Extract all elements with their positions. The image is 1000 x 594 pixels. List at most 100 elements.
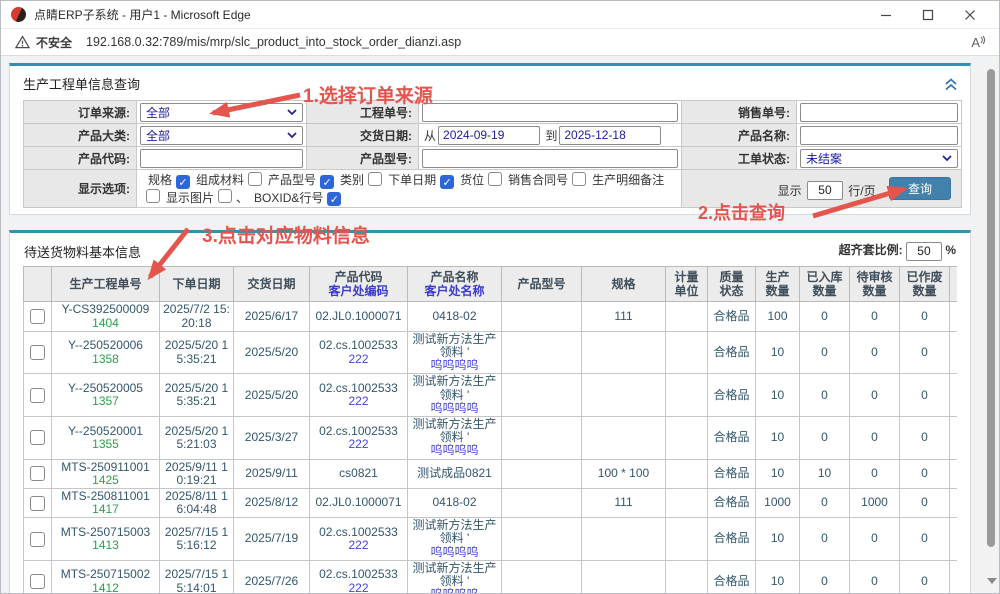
close-icon xyxy=(964,9,976,21)
cell-link[interactable]: 222 xyxy=(311,353,406,366)
table-cell: 100 * 100 xyxy=(582,459,666,488)
delivery-date-to-input[interactable] xyxy=(559,126,661,145)
display-option-checkbox[interactable] xyxy=(176,175,190,189)
order-status-select[interactable]: 未结案 xyxy=(800,149,958,168)
delivery-date-to-prefix: 到 xyxy=(545,129,557,143)
table-cell: 2025/5/20 15:35:21 xyxy=(160,374,234,417)
cell-text: 0 xyxy=(901,496,948,509)
page-size-input[interactable] xyxy=(807,181,843,200)
table-cell: Y--2505200051357 xyxy=(52,374,160,417)
cell-text: 0 xyxy=(801,431,848,444)
cell-link[interactable]: 222 xyxy=(311,582,406,594)
row-checkbox[interactable] xyxy=(30,466,45,481)
table-cell: 02.cs.1002533222 xyxy=(310,331,408,374)
cell-text: 0 xyxy=(851,346,898,359)
display-option-label: BOXID&行号 xyxy=(254,191,323,205)
row-checkbox[interactable] xyxy=(30,574,45,589)
display-option-checkbox[interactable] xyxy=(368,172,382,186)
cell-link[interactable]: 呜呜呜呜 xyxy=(409,546,500,559)
table-row[interactable]: MTS-25071500314132025/7/15 15:16:122025/… xyxy=(24,518,958,561)
search-button[interactable]: 查询 xyxy=(889,177,951,200)
display-option-checkbox[interactable] xyxy=(440,175,454,189)
cell-text: 10 xyxy=(757,431,798,444)
row-checkbox[interactable] xyxy=(30,430,45,445)
cell-link[interactable]: 呜呜呜呜 xyxy=(409,402,500,415)
query-form: 订单来源: 全部 工程单号: 销售单号: 产品大类: xyxy=(23,100,962,208)
row-checkbox[interactable] xyxy=(30,309,45,324)
cell-link[interactable]: 222 xyxy=(311,438,406,451)
table-cell: 2025/5/20 xyxy=(234,331,310,374)
row-checkbox[interactable] xyxy=(30,496,45,511)
product-category-label: 产品大类: xyxy=(24,124,137,147)
collapse-panel-icon[interactable] xyxy=(944,78,958,96)
cell-link[interactable]: 222 xyxy=(311,395,406,408)
url-bar[interactable]: 不安全 192.168.0.32:789/mis/mrp/slc_product… xyxy=(1,29,999,56)
table-row[interactable]: Y--25052000113552025/5/20 15:21:032025/3… xyxy=(24,416,958,459)
order-source-select[interactable]: 全部 xyxy=(140,103,303,122)
table-row[interactable]: Y--25052000613582025/5/20 15:35:212025/5… xyxy=(24,331,958,374)
table-row[interactable]: Y-CS39250000914042025/7/2 15:20:182025/6… xyxy=(24,302,958,331)
cell-text: 0 xyxy=(801,310,848,323)
table-cell: 2025/7/15 15:16:12 xyxy=(160,518,234,561)
cell-text: 0 xyxy=(851,575,898,588)
display-option-checkbox[interactable] xyxy=(572,172,586,186)
display-option-checkbox[interactable] xyxy=(146,189,160,203)
table-cell: 0 xyxy=(850,331,900,374)
ratio-unit: % xyxy=(945,243,956,257)
scroll-down-icon[interactable] xyxy=(987,578,997,584)
table-row[interactable]: MTS-25081100114172025/8/11 16:04:482025/… xyxy=(24,488,958,517)
url-text[interactable]: 192.168.0.32:789/mis/mrp/slc_product_int… xyxy=(86,35,461,49)
display-option-checkbox[interactable] xyxy=(248,172,262,186)
delivery-date-from-input[interactable] xyxy=(438,126,540,145)
table-row[interactable]: MTS-25071500214122025/7/15 15:14:012025/… xyxy=(24,560,958,594)
minimize-button[interactable] xyxy=(865,2,907,28)
checkbox-cell xyxy=(24,560,52,594)
table-cell: 10 xyxy=(756,374,800,417)
display-option-checkbox[interactable] xyxy=(320,175,334,189)
display-option-label: 组成材料 xyxy=(196,173,244,187)
ratio-input[interactable] xyxy=(906,242,942,261)
table-cell: 0 xyxy=(900,374,950,417)
order-source-label: 订单来源: xyxy=(24,101,137,124)
product-code-input[interactable] xyxy=(140,149,303,168)
project-no-input[interactable] xyxy=(422,103,678,122)
read-aloud-icon[interactable]: A xyxy=(971,35,987,50)
product-model-input[interactable] xyxy=(422,149,678,168)
display-option-label: 生产明细备注 xyxy=(592,173,664,187)
display-option-checkbox[interactable] xyxy=(218,189,232,203)
table-cell: 0 xyxy=(850,302,900,331)
column-header xyxy=(950,266,958,302)
display-option-checkbox[interactable] xyxy=(327,192,341,206)
close-button[interactable] xyxy=(949,2,991,28)
cell-text: 02.cs.1002533 xyxy=(311,425,406,438)
row-checkbox[interactable] xyxy=(30,388,45,403)
cell-link[interactable]: 222 xyxy=(311,539,406,552)
table-cell: 0 xyxy=(900,518,950,561)
product-category-select[interactable]: 全部 xyxy=(140,126,303,145)
cell-text: 1357 xyxy=(53,395,158,408)
display-option-checkbox[interactable] xyxy=(488,172,502,186)
table-cell: 2025/8/12 xyxy=(234,488,310,517)
table-row[interactable]: MTS-25091100114252025/9/11 10:19:212025/… xyxy=(24,459,958,488)
cell-text: 2025/5/20 xyxy=(235,346,308,359)
row-checkbox[interactable] xyxy=(30,532,45,547)
cell-link[interactable]: 呜呜呜呜 xyxy=(409,588,500,594)
security-label[interactable]: 不安全 xyxy=(36,34,72,51)
page-scrollbar-thumb[interactable] xyxy=(987,69,995,547)
cell-text: 02.JL0.1000071 xyxy=(311,496,406,509)
table-row[interactable]: Y--25052000513572025/5/20 15:35:212025/5… xyxy=(24,374,958,417)
row-checkbox[interactable] xyxy=(30,345,45,360)
table-cell: 10 xyxy=(756,459,800,488)
cell-link[interactable]: 呜呜呜呜 xyxy=(409,359,500,372)
display-option-label: 类别 xyxy=(340,173,364,187)
sales-no-input[interactable] xyxy=(800,103,958,122)
cell-text: 2025/5/20 15:21:03 xyxy=(161,425,232,451)
product-name-input[interactable] xyxy=(800,126,958,145)
page-scrollbar[interactable] xyxy=(985,63,998,592)
display-option-label: 下单日期 xyxy=(388,173,436,187)
cell-text: 合格品 xyxy=(709,467,754,480)
cell-link[interactable]: 呜呜呜呜 xyxy=(409,444,500,457)
column-header: 产品代码客户处编码 xyxy=(310,266,408,302)
maximize-button[interactable] xyxy=(907,2,949,28)
checkbox-cell xyxy=(24,488,52,517)
